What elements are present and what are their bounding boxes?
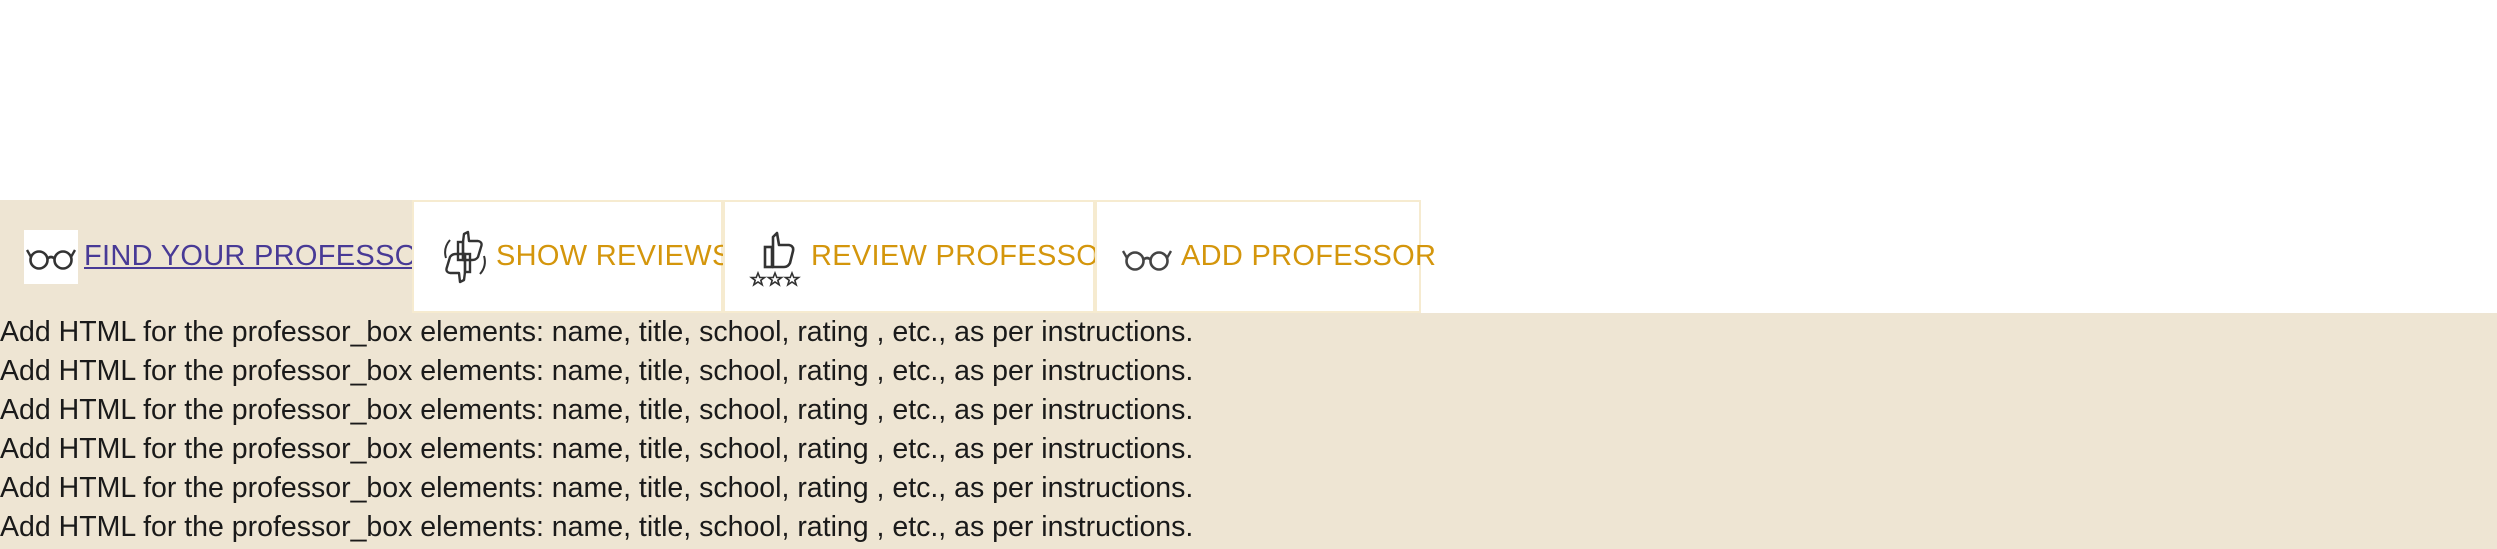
thumbs-up-stars-icon bbox=[749, 227, 805, 287]
tab-label: REVIEW PROFESSOR bbox=[811, 240, 1121, 272]
glasses-icon bbox=[1121, 231, 1173, 283]
professor-list-panel: Add HTML for the professor_box elements:… bbox=[0, 313, 2497, 549]
professor-box-placeholder: Add HTML for the professor_box elements:… bbox=[0, 355, 1194, 387]
page: FIND YOUR PROFESSOR SHOW REVIEWS REVIEW … bbox=[0, 0, 2497, 549]
tab-label: FIND YOUR PROFESSOR bbox=[84, 240, 439, 272]
professor-box-placeholder: Add HTML for the professor_box elements:… bbox=[0, 394, 1194, 426]
tab-bar: FIND YOUR PROFESSOR SHOW REVIEWS REVIEW … bbox=[0, 200, 1436, 313]
tab-add-professor[interactable]: ADD PROFESSOR bbox=[1095, 200, 1436, 313]
glasses-icon bbox=[24, 229, 78, 284]
tab-review-professor[interactable]: REVIEW PROFESSOR bbox=[723, 200, 1120, 313]
professor-box-placeholder: Add HTML for the professor_box elements:… bbox=[0, 433, 1194, 465]
professor-box-placeholder: Add HTML for the professor_box elements:… bbox=[0, 316, 1194, 348]
tab-label: ADD PROFESSOR bbox=[1181, 240, 1437, 272]
tab-find-your-professor[interactable]: FIND YOUR PROFESSOR bbox=[0, 200, 439, 313]
professor-box-placeholder: Add HTML for the professor_box elements:… bbox=[0, 511, 1194, 543]
professor-box-placeholder: Add HTML for the professor_box elements:… bbox=[0, 472, 1194, 504]
tab-label: SHOW REVIEWS bbox=[496, 240, 732, 272]
thumbs-up-down-icon bbox=[438, 228, 492, 286]
tab-show-reviews[interactable]: SHOW REVIEWS bbox=[412, 200, 731, 313]
